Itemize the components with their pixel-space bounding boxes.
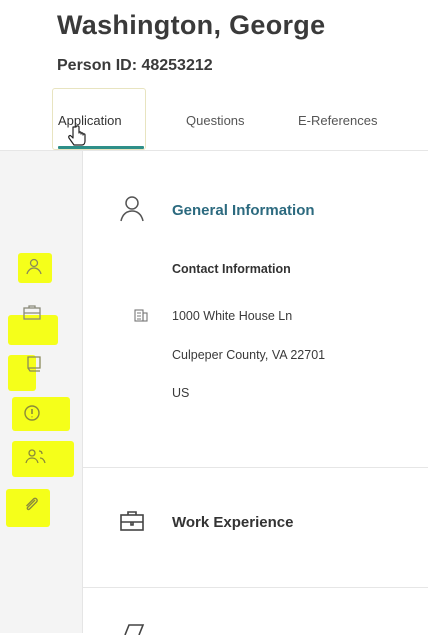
- sidebar-item-general[interactable]: [10, 251, 70, 289]
- main-content: General Information Contact Information …: [83, 151, 428, 635]
- people-icon: [25, 449, 46, 464]
- sidebar-item-info[interactable]: [2, 395, 70, 433]
- book-icon: [27, 356, 41, 372]
- section-title-work-experience[interactable]: Work Experience: [172, 514, 293, 531]
- address-line-1: 1000 White House Ln: [172, 309, 293, 323]
- tab-e-references[interactable]: E-References: [298, 113, 377, 128]
- section-title-general-information[interactable]: General Information: [172, 202, 315, 219]
- briefcase-icon: [23, 305, 41, 320]
- hand-cursor-icon: [68, 125, 86, 146]
- section-divider: [83, 467, 428, 468]
- building-icon: [134, 309, 148, 322]
- paperclip-icon: [26, 497, 38, 511]
- sidebar-item-references[interactable]: [2, 441, 74, 481]
- section-divider: [83, 587, 428, 588]
- sidebar-item-work[interactable]: [2, 299, 62, 345]
- sidebar-item-attachments[interactable]: [0, 489, 60, 527]
- briefcase-icon: [120, 511, 144, 531]
- person-id: Person ID: 48253212: [57, 57, 213, 74]
- person-icon: [120, 196, 144, 222]
- person-icon: [26, 258, 42, 275]
- contact-information-label: Contact Information: [172, 262, 291, 276]
- address-country: US: [172, 386, 190, 400]
- sidebar-item-education[interactable]: [2, 347, 62, 391]
- tab-questions[interactable]: Questions: [186, 113, 245, 128]
- tab-bar: Application Questions E-References: [0, 100, 428, 150]
- page-header: Washington, George Person ID: 48253212 A…: [0, 0, 428, 150]
- sidebar: [0, 151, 83, 633]
- person-name: Washington, George: [57, 10, 326, 40]
- address-line-2: Culpeper County, VA 22701: [172, 348, 326, 362]
- info-icon: [24, 405, 40, 421]
